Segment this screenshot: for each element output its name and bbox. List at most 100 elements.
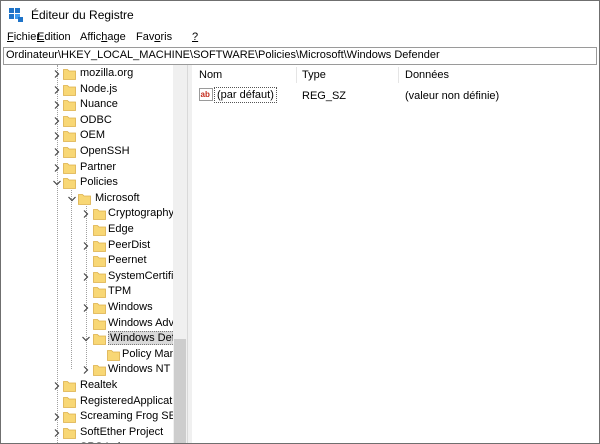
folder-icon [93, 303, 106, 314]
value-name[interactable]: (par défaut) [214, 87, 277, 103]
address-path[interactable]: Ordinateur\HKEY_LOCAL_MACHINE\SOFTWARE\P… [6, 49, 440, 61]
chevron-down-icon[interactable] [67, 194, 77, 204]
tree-node[interactable]: Policy Man [1, 347, 176, 363]
folder-icon [93, 225, 106, 236]
tree-node[interactable]: OpenSSH [1, 144, 173, 160]
tree-node-label: RegisteredApplicatio [80, 395, 181, 407]
tree-node[interactable]: RegisteredApplicatio [1, 394, 181, 410]
chevron-right-icon[interactable] [81, 241, 91, 251]
tree-node[interactable]: Realtek [1, 378, 173, 394]
column-header-data[interactable]: Données [405, 69, 449, 81]
tree-node-label: Realtek [80, 379, 118, 391]
tree-node[interactable]: Policies [1, 175, 173, 191]
column-separator[interactable] [296, 67, 297, 83]
tree-node-label: Edge [108, 223, 134, 235]
tree-node-label: PeerDist [108, 239, 151, 251]
tree-node[interactable]: Partner [1, 160, 173, 176]
chevron-right-icon[interactable] [52, 85, 62, 95]
tree-node-label: Windows Adva [108, 317, 181, 329]
menu-edition[interactable]: Edition [37, 31, 71, 43]
tree-node[interactable]: Nuance [1, 97, 173, 113]
value-data: (valeur non définie) [405, 90, 500, 102]
tree-node[interactable]: OEM [1, 128, 173, 144]
tree-node-label: Nuance [80, 98, 118, 110]
chevron-right-icon[interactable] [52, 428, 62, 438]
chevron-down-icon[interactable] [81, 334, 91, 344]
tree-node[interactable]: Microsoft [1, 191, 173, 207]
menu-fichier[interactable]: Fichier [7, 31, 40, 43]
tree-node[interactable]: Edge [1, 222, 173, 238]
window-title: Éditeur du Registre [31, 8, 134, 22]
folder-icon [93, 287, 106, 298]
folder-icon [93, 334, 106, 345]
tree-node-label: Partner [80, 161, 117, 173]
folder-icon [107, 350, 120, 361]
tree-node[interactable]: mozilla.org [1, 66, 173, 82]
folder-icon [63, 178, 76, 189]
tree-node-label: Windows [108, 301, 153, 313]
folder-icon [93, 209, 106, 220]
menu-bar: Fichier Edition Affichage Favoris? [1, 29, 599, 47]
chevron-right-icon[interactable] [81, 272, 91, 282]
chevron-right-icon[interactable] [81, 365, 91, 375]
folder-icon [63, 397, 76, 408]
svg-text:ab: ab [201, 90, 210, 99]
values-list[interactable]: Nom Type Données ab (par défaut) REG_SZ … [192, 65, 599, 443]
tree-node[interactable]: ODBC [1, 113, 173, 129]
chevron-right-icon[interactable] [52, 100, 62, 110]
tree-node-label: Screaming Frog SEO [80, 410, 185, 422]
tree-node-label: mozilla.org [80, 67, 134, 79]
tree-node[interactable]: PeerDist [1, 238, 173, 254]
tree-node-label: Windows Defe [108, 331, 183, 345]
column-separator[interactable] [398, 67, 399, 83]
value-type: REG_SZ [302, 90, 347, 102]
tree-node[interactable]: SRS Labs [1, 440, 173, 443]
chevron-right-icon[interactable] [52, 381, 62, 391]
tree-node-label: SoftEther Project [80, 426, 164, 438]
column-header-name[interactable]: Nom [199, 69, 222, 81]
tree-node[interactable]: Screaming Frog SEO [1, 409, 185, 425]
folder-icon [93, 319, 106, 330]
tree-node[interactable]: Windows NT [1, 362, 173, 378]
column-header-type[interactable]: Type [302, 69, 326, 81]
tree-node[interactable]: SystemCertific [1, 269, 179, 285]
folder-icon [93, 365, 106, 376]
chevron-right-icon[interactable] [81, 303, 91, 313]
tree-node[interactable]: Peernet [1, 253, 173, 269]
tree-node[interactable]: Windows Adva [1, 316, 180, 332]
tree-scroll-thumb[interactable] [174, 339, 186, 443]
tree-node[interactable]: Cryptography [1, 206, 174, 222]
tree-node[interactable]: Windows Defe [1, 331, 183, 347]
title-bar[interactable]: Éditeur du Registre [1, 1, 599, 29]
chevron-right-icon[interactable] [52, 412, 62, 422]
tree-node-label: Policies [80, 176, 118, 188]
folder-icon [93, 272, 106, 283]
chevron-right-icon[interactable] [52, 163, 62, 173]
folder-icon [63, 116, 76, 127]
chevron-right-icon[interactable] [52, 69, 62, 79]
folder-icon [63, 147, 76, 158]
chevron-right-icon[interactable] [52, 131, 62, 141]
menu-help[interactable]: ? [192, 31, 198, 43]
menu-affichage[interactable]: Affichage [80, 31, 126, 43]
folder-icon [63, 163, 76, 174]
chevron-down-icon[interactable] [52, 178, 62, 188]
tree-node[interactable]: Node.js [1, 82, 173, 98]
chevron-right-icon[interactable] [52, 116, 62, 126]
menu-favoris[interactable]: Favoris [136, 31, 172, 43]
folder-icon [63, 428, 76, 439]
string-value-icon: ab [199, 88, 213, 101]
tree-node-label: Policy Man [122, 348, 176, 360]
tree-node[interactable]: TPM [1, 284, 173, 300]
folder-icon [63, 131, 76, 142]
tree-node[interactable]: SoftEther Project [1, 425, 173, 441]
chevron-right-icon[interactable] [81, 209, 91, 219]
address-bar[interactable]: Ordinateur\HKEY_LOCAL_MACHINE\SOFTWARE\P… [3, 47, 597, 65]
registry-editor-window: Éditeur du Registre Fichier Edition Affich… [0, 0, 600, 444]
folder-icon [63, 381, 76, 392]
tree-pane[interactable]: mozilla.org Node.js Nuance ODBC OEM OpenSSH Pa… [1, 65, 187, 443]
chevron-right-icon[interactable] [52, 147, 62, 157]
folder-icon [78, 194, 91, 205]
tree-node[interactable]: Windows [1, 300, 173, 316]
registry-editor-icon [9, 8, 23, 22]
